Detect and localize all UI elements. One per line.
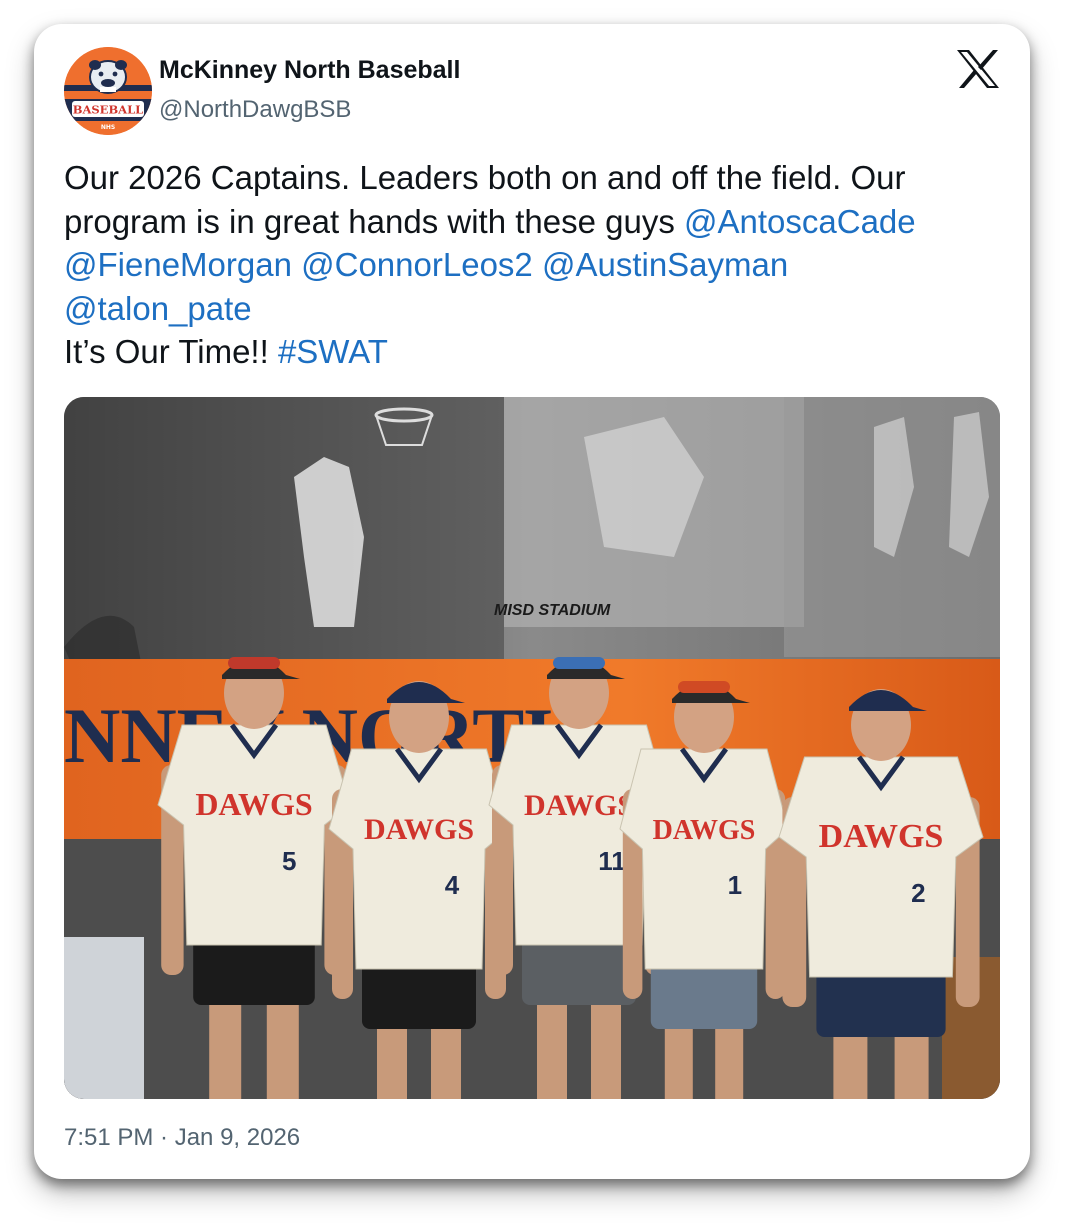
jersey-number: 5 [282,846,296,876]
bulldog-logo-icon: BASEBALL NHS [64,47,152,135]
jersey-wordmark: DAWGS [819,818,944,855]
stacked-chairs [64,937,144,1099]
mention-link[interactable]: @AntoscaCade [684,203,916,240]
jersey-number: 4 [445,870,460,900]
jersey-wordmark: DAWGS [653,815,756,846]
avatar[interactable]: BASEBALL NHS [64,47,152,135]
mention-link[interactable]: @AustinSayman [542,246,788,283]
tweet-photo[interactable]: MISD STADIUM NNEY NORTH DAWGS5DAWGS4DAWG… [64,397,1000,1099]
author-name[interactable]: McKinney North Baseball [159,56,460,85]
tweet-card: BASEBALL NHS McKinney North Baseball @No… [34,24,1030,1179]
sunglasses-icon [228,657,280,669]
mention-link[interactable]: @talon_pate [64,290,252,327]
team-captains-photo: MISD STADIUM NNEY NORTH DAWGS5DAWGS4DAWG… [64,397,1000,1099]
jersey-number: 11 [598,846,626,876]
x-logo-icon[interactable] [956,49,1000,89]
jersey-number: 2 [911,878,925,908]
jersey-wordmark: DAWGS [195,786,312,822]
hashtag-link[interactable]: #SWAT [278,333,388,370]
svg-text:BASEBALL: BASEBALL [73,103,144,117]
tweet-timestamp[interactable]: 7:51 PM · Jan 9, 2026 [64,1124,300,1152]
jersey-wordmark: DAWGS [364,813,474,846]
jersey-wordmark: DAWGS [524,789,634,822]
svg-text:NHS: NHS [101,124,115,131]
mention-link[interactable]: @ConnorLeos2 [301,246,533,283]
jersey-number: 1 [728,870,742,900]
tweet-text: Our 2026 Captains. Leaders both on and o… [64,156,1009,374]
stadium-sign: MISD STADIUM [494,602,611,619]
sunglasses-icon [553,657,605,669]
sunglasses-icon [678,681,730,693]
author-handle[interactable]: @NorthDawgBSB [159,96,351,124]
tweet-closing: It’s Our Time!! [64,333,278,370]
mention-link[interactable]: @FieneMorgan [64,246,292,283]
